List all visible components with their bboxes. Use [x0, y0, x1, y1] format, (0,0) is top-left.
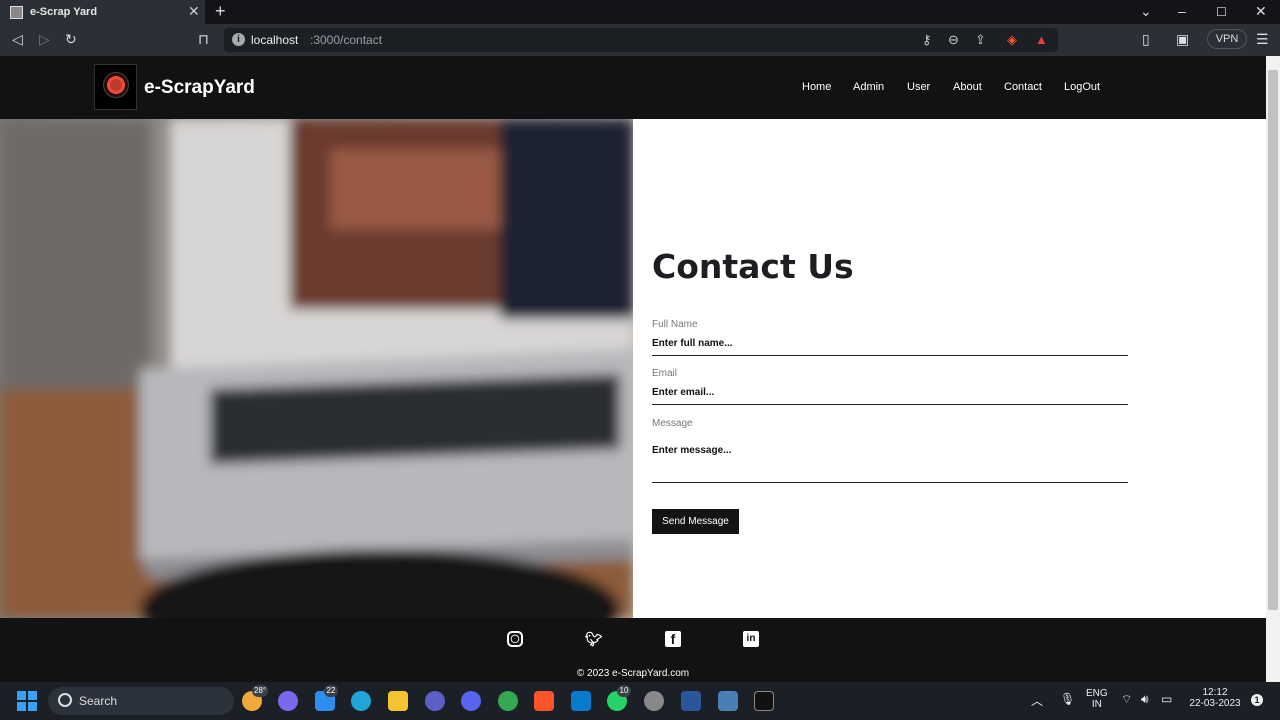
tab-title: e-Scrap Yard	[30, 6, 98, 18]
hero-laptop-image	[0, 119, 633, 618]
maximize-icon[interactable]: ☐	[1216, 5, 1227, 19]
mail-badge: 22	[324, 685, 338, 697]
nav-link-about[interactable]: About	[953, 81, 982, 93]
vpn-button[interactable]: VPN	[1207, 29, 1247, 49]
address-bar[interactable]: i localhost :3000/contact ⚷ ⊖ ⇪ ◈ ▲	[224, 28, 1058, 52]
site-navbar: e-ScrapYard Home Admin User About Contac…	[0, 56, 1266, 119]
lang-line2: IN	[1091, 699, 1102, 710]
nav-link-home[interactable]: Home	[802, 81, 831, 93]
new-tab-icon[interactable]: +	[215, 1, 226, 22]
search-icon	[58, 693, 72, 707]
windows-start-icon[interactable]	[17, 691, 37, 711]
reload-icon[interactable]: ↻	[65, 31, 77, 48]
clock-date: 22-03-2023	[1189, 698, 1241, 709]
lang-line1: ENG	[1086, 688, 1108, 699]
vpn-label: VPN	[1215, 33, 1239, 45]
whatsapp-badge: 10	[617, 685, 631, 697]
tab-close-icon[interactable]: ✕	[188, 3, 200, 20]
settings-gear-icon[interactable]	[644, 691, 664, 711]
brave-shield-icon[interactable]: ◈	[1007, 32, 1017, 48]
site-logo[interactable]	[94, 64, 137, 110]
message-field[interactable]	[652, 437, 1128, 483]
linkedin-icon[interactable]: in	[743, 631, 759, 647]
terminal-icon[interactable]	[754, 691, 774, 711]
taskbar-search[interactable]: Search	[48, 687, 234, 715]
search-label: Search	[79, 694, 118, 708]
vscode-icon[interactable]	[571, 691, 591, 711]
app-icon[interactable]	[425, 691, 445, 711]
url-path: :3000/contact	[310, 33, 383, 47]
nav-link-logout[interactable]: LogOut	[1064, 81, 1100, 93]
volume-icon[interactable]: 🔊︎	[1141, 692, 1149, 707]
laptop-photo	[0, 119, 633, 618]
brand-name[interactable]: e-ScrapYard	[144, 77, 255, 99]
wallet-icon[interactable]: ▣	[1176, 31, 1189, 48]
notification-icon[interactable]: 1	[1251, 694, 1263, 706]
nav-link-contact[interactable]: Contact	[1004, 81, 1042, 93]
sidebar-toggle-icon[interactable]: ▯	[1142, 31, 1150, 48]
favicon-icon	[10, 6, 23, 19]
wifi-icon[interactable]: ⌔	[1121, 692, 1132, 707]
url-host: localhost	[251, 33, 299, 47]
browser-tab-strip: e-Scrap Yard ✕ + ⌄ – ☐ ✕	[0, 0, 1280, 24]
browser-toolbar: ◁ ▷ ↻ ⊓ i localhost :3000/contact ⚷ ⊖ ⇪ …	[0, 24, 1280, 56]
logo-emblem-icon	[103, 72, 129, 98]
site-footer: ◯ 🐦︎ f in © 2023 e-ScrapYard.com	[0, 618, 1266, 682]
instagram-icon[interactable]: ◯	[507, 631, 523, 647]
windows-taskbar: Search 28° 22 10 ︿ 🎙︎ ENG IN ⌔ 🔊︎ ▭ 12:1…	[0, 682, 1280, 720]
bookmark-icon[interactable]: ⊓	[198, 31, 209, 48]
minimize-icon[interactable]: –	[1178, 3, 1186, 19]
chrome-icon[interactable]	[498, 691, 518, 711]
facebook-icon[interactable]: f	[665, 631, 681, 647]
scrollbar-thumb[interactable]	[1268, 70, 1278, 610]
weather-temp: 28°	[252, 685, 269, 697]
word-icon[interactable]	[681, 691, 701, 711]
edge-icon[interactable]	[351, 691, 371, 711]
app-window-icon[interactable]	[718, 691, 738, 711]
browser-tab[interactable]: e-Scrap Yard ✕	[0, 0, 205, 24]
discord-icon[interactable]	[461, 691, 481, 711]
full-name-label: Full Name	[652, 319, 698, 330]
twitter-icon[interactable]: 🐦︎	[585, 631, 603, 647]
file-explorer-icon[interactable]	[388, 691, 408, 711]
tray-chevron-icon[interactable]: ︿	[1031, 692, 1043, 709]
brave-icon[interactable]	[534, 691, 554, 711]
send-message-button[interactable]: Send Message	[652, 509, 739, 534]
clock-time: 12:12	[1202, 687, 1228, 698]
teams-chat-icon[interactable]	[278, 691, 298, 711]
email-label: Email	[652, 368, 678, 379]
microphone-icon[interactable]: 🎙︎	[1060, 692, 1075, 706]
zoom-icon[interactable]: ⊖	[948, 32, 959, 48]
page-title: Contact Us	[652, 247, 854, 286]
battery-icon[interactable]: ▭	[1161, 692, 1172, 706]
copyright-text: © 2023 e-ScrapYard.com	[576, 668, 690, 679]
menu-icon[interactable]: ☰	[1256, 31, 1269, 48]
web-page: e-ScrapYard Home Admin User About Contac…	[0, 56, 1266, 682]
share-icon[interactable]: ⇪	[975, 32, 986, 48]
nav-link-admin[interactable]: Admin	[853, 81, 884, 93]
forward-icon[interactable]: ▷	[39, 31, 50, 48]
window-close-icon[interactable]: ✕	[1255, 3, 1267, 20]
email-field[interactable]	[652, 381, 1128, 405]
key-icon[interactable]: ⚷	[922, 32, 932, 48]
brave-rewards-icon[interactable]: ▲	[1035, 32, 1048, 47]
back-icon[interactable]: ◁	[12, 31, 23, 48]
full-name-field[interactable]	[652, 332, 1128, 356]
clock[interactable]: 12:12 22-03-2023	[1186, 687, 1244, 709]
nav-link-user[interactable]: User	[907, 81, 930, 93]
contact-form-panel: Contact Us Full Name Email Message Send …	[633, 119, 1266, 618]
tab-search-chevron-icon[interactable]: ⌄	[1140, 3, 1152, 20]
site-info-icon[interactable]: i	[232, 33, 245, 46]
language-indicator[interactable]: ENG IN	[1086, 688, 1108, 710]
message-label: Message	[652, 418, 693, 429]
